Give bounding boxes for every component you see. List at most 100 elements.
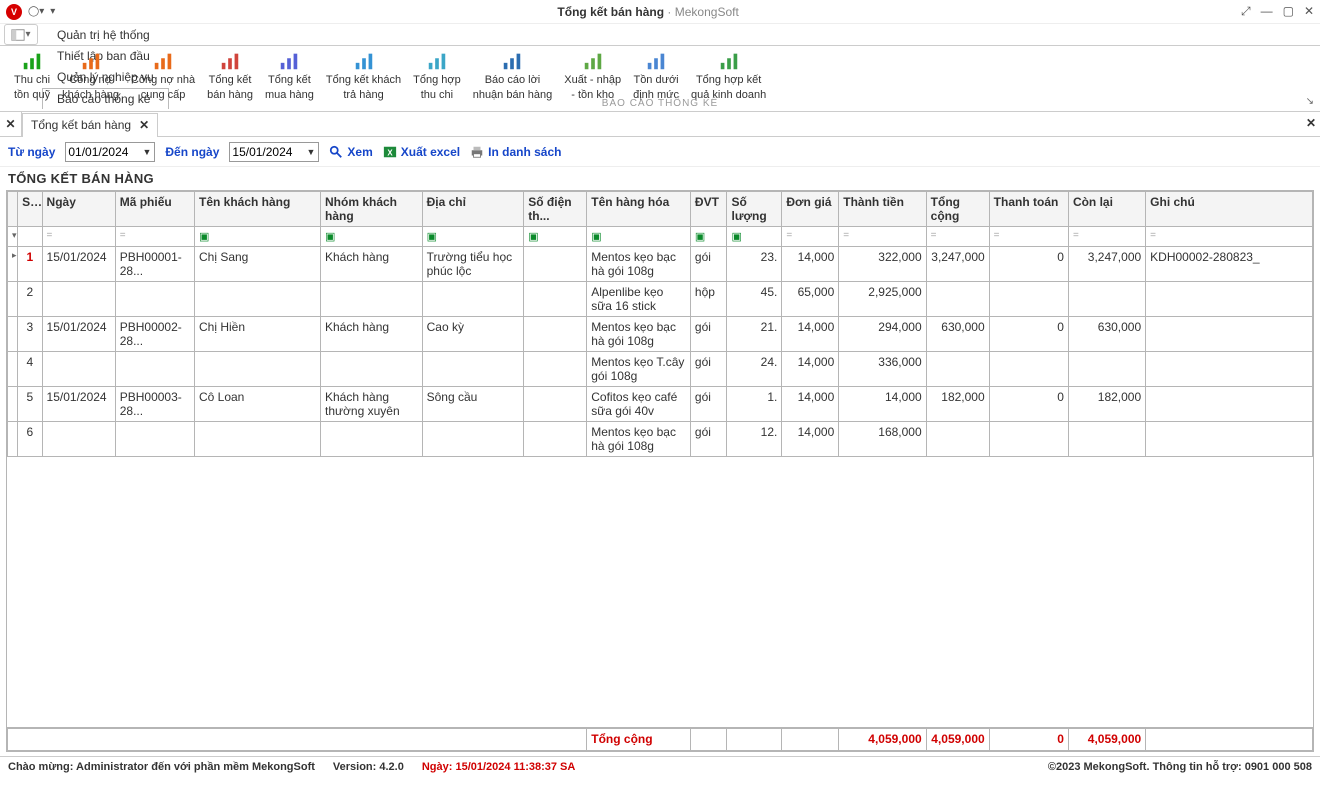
ribbon-button[interactable]: Tổng kết kháchtrả hàng [320, 50, 407, 101]
close-all-tabs-button[interactable]: ✕ [0, 112, 22, 136]
ribbon-button[interactable]: Tổng kếtbán hàng [201, 50, 259, 101]
menu-tab[interactable]: Quản trị hệ thống [42, 24, 169, 45]
filter-cell[interactable] [18, 227, 42, 247]
from-date-input[interactable] [65, 142, 155, 162]
ribbon-icon [219, 50, 241, 72]
filter-cell[interactable]: ▣ [194, 227, 320, 247]
column-header[interactable]: Ngày [42, 192, 115, 227]
to-date-input[interactable] [229, 142, 319, 162]
filter-cell[interactable]: = [926, 227, 989, 247]
data-grid[interactable]: STTNgàyMã phiếuTên khách hàngNhóm khách … [6, 190, 1314, 728]
ribbon-icon [353, 50, 375, 72]
magnifier-icon [329, 145, 343, 159]
column-header[interactable]: STT [18, 192, 42, 227]
close-window-button[interactable]: ✕ [1304, 4, 1314, 19]
ribbon-button[interactable]: Công nợ nhàcung cấp [125, 50, 201, 101]
column-header[interactable] [8, 192, 18, 227]
filter-cell[interactable]: ▣ [727, 227, 782, 247]
filter-cell[interactable]: ▣ [524, 227, 587, 247]
table-row[interactable]: 4Mentos kẹo T.cây gói 108ggói24.14,00033… [8, 352, 1313, 387]
ribbon-launcher-icon[interactable]: ↘ [1306, 96, 1314, 107]
ribbon-button[interactable]: Tổng kếtmua hàng [259, 50, 320, 101]
filter-cell[interactable]: = [1068, 227, 1145, 247]
status-welcome: Chào mừng: Administrator đến với phần mề… [8, 761, 315, 773]
ribbon-button[interactable]: Tổng hợpthu chi [407, 50, 467, 101]
ribbon-icon [645, 50, 667, 72]
filter-cell[interactable]: = [839, 227, 926, 247]
ribbon-group-label: BÁO CÁO THỐNG KÊ [0, 98, 1320, 109]
filter-cell[interactable]: = [42, 227, 115, 247]
total-tong-cong: 4,059,000 [926, 729, 989, 751]
ribbon-button[interactable]: Tồn dướiđịnh mức [627, 50, 685, 101]
column-header[interactable]: Mã phiếu [115, 192, 194, 227]
ribbon-button[interactable]: Báo cáo lờinhuận bán hàng [467, 50, 559, 101]
ribbon: Thu chitồn quỹCông nợkhách hàngCông nợ n… [0, 46, 1320, 112]
filter-cell[interactable]: = [989, 227, 1068, 247]
ribbon-icon [278, 50, 300, 72]
filter-cell[interactable]: ▣ [422, 227, 524, 247]
maximize-button[interactable]: ▢ [1283, 4, 1294, 19]
column-header[interactable]: Địa chỉ [422, 192, 524, 227]
grid-filter-row[interactable]: ▾==▣▣▣▣▣▣▣====== [8, 227, 1313, 247]
document-tabs: ✕ Tổng kết bán hàng ✕ ✕ [0, 112, 1320, 137]
filter-cell[interactable]: = [1146, 227, 1313, 247]
ribbon-button[interactable]: Thu chitồn quỹ [8, 50, 56, 101]
close-tab-button[interactable]: ✕ [139, 118, 149, 132]
column-header[interactable]: Tên khách hàng [194, 192, 320, 227]
ribbon-icon [718, 50, 740, 72]
table-row[interactable]: 6Mentos kẹo bạc hà gói 108ggói12.14,0001… [8, 422, 1313, 457]
close-tab-right-button[interactable]: ✕ [1306, 116, 1316, 130]
column-header[interactable]: Nhóm khách hàng [321, 192, 423, 227]
app-icon: V [6, 4, 22, 20]
filter-cell[interactable]: ▣ [587, 227, 691, 247]
column-header[interactable]: Số điện th... [524, 192, 587, 227]
table-row[interactable]: ▸115/01/2024PBH00001-28...Chị SangKhách … [8, 247, 1313, 282]
column-header[interactable]: Thành tiền [839, 192, 926, 227]
ribbon-button[interactable]: Tổng hợp kếtquả kinh doanh [685, 50, 772, 101]
table-row[interactable]: 2Alpenlibe kẹo sữa 16 stickhộp45.65,0002… [8, 282, 1313, 317]
total-con-lai: 4,059,000 [1068, 729, 1145, 751]
table-row[interactable]: 515/01/2024PBH00003-28...Cô LoanKhách hà… [8, 387, 1313, 422]
view-button[interactable]: Xem [329, 145, 372, 159]
filter-cell[interactable]: ▣ [690, 227, 727, 247]
ribbon-icon [21, 50, 43, 72]
ribbon-button[interactable]: Xuất - nhập- tồn kho [558, 50, 627, 101]
report-title: TỔNG KẾT BÁN HÀNG [0, 167, 1320, 190]
filter-cell[interactable]: ▾ [8, 227, 18, 247]
status-datetime: 15/01/2024 11:38:37 SA [455, 761, 575, 773]
document-tab-label: Tổng kết bán hàng [31, 118, 131, 132]
print-list-button[interactable]: In danh sách [470, 145, 561, 159]
grid-total-row: Tổng cộng 4,059,000 4,059,000 0 4,059,00… [6, 728, 1314, 752]
report-toolbar: Từ ngày ▼ Đến ngày ▼ Xem X Xuất excel In… [0, 137, 1320, 167]
titlebar-dropdown-icon[interactable]: ▾ [50, 6, 55, 17]
status-bar: Chào mừng: Administrator đến với phần mề… [0, 756, 1320, 776]
title-bar: V ◯▾ ▾ Tổng kết bán hàng · MekongSoft ⤢ … [0, 0, 1320, 24]
column-header[interactable]: Tổng cộng [926, 192, 989, 227]
status-version: 4.2.0 [379, 761, 403, 773]
ribbon-icon [426, 50, 448, 72]
column-header[interactable]: Ghi chú [1146, 192, 1313, 227]
column-header[interactable]: Thanh toán [989, 192, 1068, 227]
titlebar-options-icon[interactable]: ◯▾ [28, 6, 44, 17]
layout-toggle-button[interactable]: ▾ [4, 24, 38, 45]
filter-cell[interactable]: = [782, 227, 839, 247]
export-excel-button[interactable]: X Xuất excel [383, 145, 460, 159]
menu-bar: ▾ Quản trị hệ thốngThiết lập ban đầuQuản… [0, 24, 1320, 46]
column-header[interactable]: Tên hàng hóa [587, 192, 691, 227]
ribbon-icon [152, 50, 174, 72]
ribbon-button[interactable]: Công nợkhách hàng [56, 50, 125, 101]
svg-text:X: X [387, 148, 393, 157]
table-row[interactable]: 315/01/2024PBH00002-28...Chị HiềnKhách h… [8, 317, 1313, 352]
window-title: Tổng kết bán hàng · MekongSoft [61, 5, 1235, 19]
minimize-button[interactable]: — [1261, 4, 1273, 19]
ribbon-toggle-icon[interactable]: ⤢ [1241, 4, 1251, 19]
column-header[interactable]: Còn lại [1068, 192, 1145, 227]
status-copyright: ©2023 MekongSoft. Thông tin hỗ trợ: 0901… [1048, 761, 1312, 773]
column-header[interactable]: Số lượng [727, 192, 782, 227]
column-header[interactable]: Đơn giá [782, 192, 839, 227]
from-date-label: Từ ngày [8, 145, 55, 159]
filter-cell[interactable]: = [115, 227, 194, 247]
document-tab[interactable]: Tổng kết bán hàng ✕ [22, 113, 158, 137]
filter-cell[interactable]: ▣ [321, 227, 423, 247]
column-header[interactable]: ĐVT [690, 192, 727, 227]
